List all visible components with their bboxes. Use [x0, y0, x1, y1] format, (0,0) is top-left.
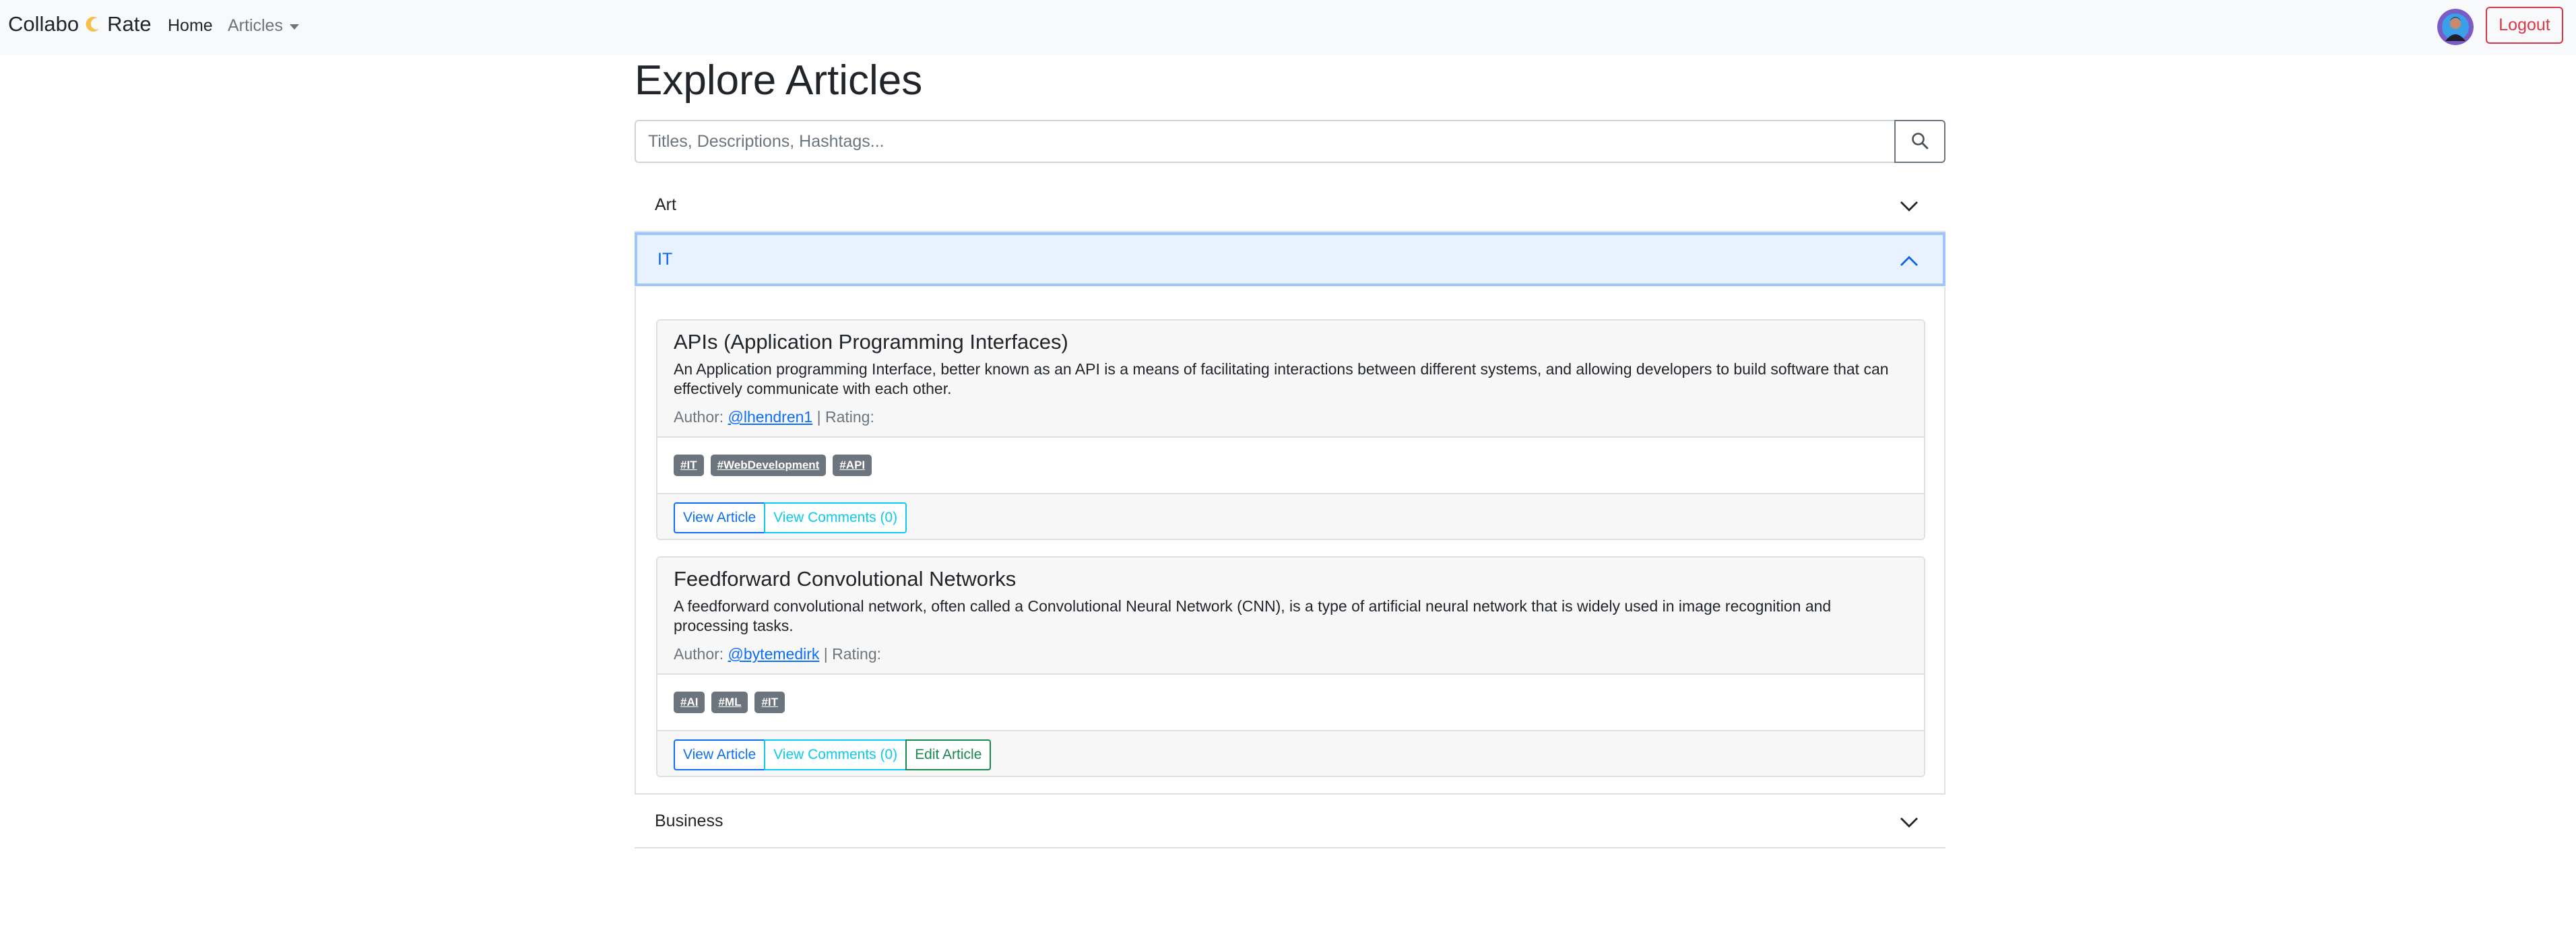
author-link[interactable]: @lhendren1 [728, 408, 813, 426]
author-link[interactable]: @bytemedirk [728, 645, 820, 663]
top-navbar: Collabo Rate Home Articles Logout [0, 0, 2576, 55]
article-card-footer: View Article View Comments (0) [657, 494, 1924, 539]
accordion-header-it[interactable]: IT [635, 232, 1945, 286]
rating-label: | Rating: [816, 408, 874, 426]
search-input[interactable] [635, 120, 1894, 163]
caret-down-icon [289, 24, 299, 30]
chevron-up-icon [1900, 253, 1919, 272]
view-article-button[interactable]: View Article [674, 502, 766, 533]
article-description: An Application programming Interface, be… [674, 360, 1889, 397]
hashtag-badge[interactable]: #IT [754, 692, 785, 713]
accordion-body-it: APIs (Application Programming Interfaces… [635, 287, 1945, 795]
nav-articles-dropdown[interactable]: Articles [228, 16, 299, 36]
article-card: Feedforward Convolutional Networks A fee… [656, 556, 1925, 777]
article-card-footer: View Article View Comments (0) Edit Arti… [657, 731, 1924, 776]
article-card-header: Feedforward Convolutional Networks A fee… [657, 558, 1924, 675]
hashtag-badge[interactable]: #API [833, 455, 872, 476]
search-bar [635, 120, 1945, 163]
brand-left-text: Collabo [8, 12, 79, 36]
hashtag-badge[interactable]: #ML [711, 692, 748, 713]
brand-right-text: Rate [107, 12, 152, 36]
article-card-header: APIs (Application Programming Interfaces… [657, 321, 1924, 438]
author-prefix: Author: [674, 408, 724, 426]
nav-articles-label: Articles [228, 16, 283, 35]
article-tags: #AI #ML #IT [657, 675, 1924, 731]
article-description: A feedforward convolutional network, oft… [674, 597, 1832, 634]
accordion-header-business[interactable]: Business [635, 795, 1945, 848]
chevron-down-icon [1900, 197, 1919, 217]
edit-article-button[interactable]: Edit Article [905, 739, 992, 770]
hashtag-badge[interactable]: #WebDevelopment [710, 455, 827, 476]
article-tags: #IT #WebDevelopment #API [657, 438, 1924, 494]
brand[interactable]: Collabo Rate [8, 12, 152, 36]
accordion-label: Art [655, 195, 676, 214]
nav-home-link[interactable]: Home [168, 16, 213, 36]
page-title: Explore Articles [635, 57, 923, 104]
hashtag-badge[interactable]: #AI [674, 692, 705, 713]
view-comments-button[interactable]: View Comments (0) [764, 502, 907, 533]
article-title: APIs (Application Programming Interfaces… [674, 330, 1068, 354]
search-icon [1911, 132, 1929, 152]
article-card: APIs (Application Programming Interfaces… [656, 319, 1925, 540]
author-prefix: Author: [674, 645, 724, 663]
view-article-button[interactable]: View Article [674, 739, 766, 770]
user-avatar[interactable] [2437, 9, 2474, 45]
article-meta: Author: @lhendren1 | Rating: [674, 408, 1908, 434]
article-title: Feedforward Convolutional Networks [674, 567, 1017, 591]
hashtag-badge[interactable]: #IT [674, 455, 704, 476]
accordion-label: IT [657, 249, 673, 269]
accordion-label: Business [655, 811, 723, 830]
view-comments-button[interactable]: View Comments (0) [764, 739, 907, 770]
chevron-down-icon [1900, 813, 1919, 833]
crescent-logo-icon [83, 14, 103, 34]
accordion-header-art[interactable]: Art [635, 178, 1945, 232]
logout-button[interactable]: Logout [2486, 7, 2563, 44]
rating-label: | Rating: [823, 645, 882, 663]
article-meta: Author: @bytemedirk | Rating: [674, 645, 1908, 671]
search-button[interactable] [1894, 120, 1945, 163]
